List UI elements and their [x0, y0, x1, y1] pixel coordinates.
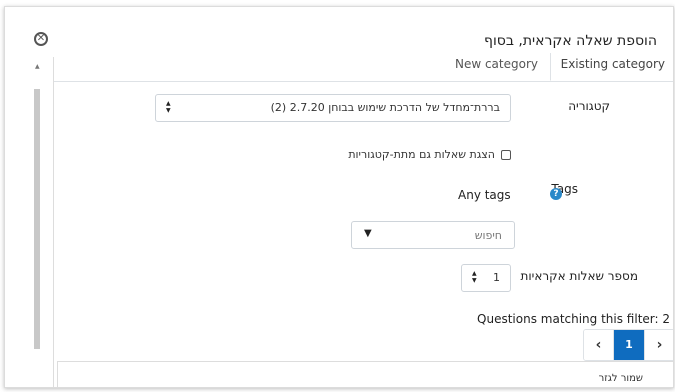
pagination-next-button[interactable]: ›: [644, 330, 673, 360]
subcategories-option: הצגת שאלות גם מתת-קטגוריות: [348, 148, 511, 161]
pagination-current-page[interactable]: 1: [614, 330, 644, 360]
updown-icon: ▲ ▼: [472, 270, 477, 284]
tab-new-category[interactable]: New category: [445, 53, 548, 81]
search-placeholder: חיפוש: [474, 229, 502, 242]
scrollbar-thumb[interactable]: [34, 89, 40, 349]
close-icon[interactable]: ✕: [34, 32, 48, 46]
pagination: ‹ 1 ›: [583, 329, 673, 361]
content-divider: [53, 57, 54, 387]
subcategories-checkbox[interactable]: [501, 149, 511, 160]
dialog-title: הוספת שאלה אקראית, בסוף: [483, 33, 657, 49]
random-count-label: מספר שאלות אקראיות: [520, 269, 638, 283]
matching-count-text: Questions matching this filter: 2: [477, 312, 670, 326]
tags-search-input[interactable]: חיפוש ▼: [351, 221, 515, 249]
updown-icon: ▲ ▼: [166, 100, 171, 114]
pagination-prev-button[interactable]: ‹: [584, 330, 614, 360]
category-tabs: Existing category New category: [54, 53, 673, 82]
category-select[interactable]: ▲ ▼ בררת־מחדל של הדרכת שימוש בבוחן 2.7.20…: [155, 94, 511, 122]
footer-cut-text: שמור לגזר: [598, 373, 643, 384]
scroll-up-icon[interactable]: ▲: [35, 63, 40, 70]
category-label: קטגוריה: [568, 99, 610, 113]
category-select-value: בררת־מחדל של הדרכת שימוש בבוחן 2.7.20 (2…: [270, 101, 500, 114]
random-count-value: 1: [493, 271, 500, 284]
tags-value: Any tags: [458, 188, 511, 202]
random-count-select[interactable]: ▲ ▼ 1: [461, 264, 511, 292]
scrollbar[interactable]: ▲: [33, 59, 41, 387]
question-list-box: [57, 361, 673, 387]
modal-dialog: ✕ הוספת שאלה אקראית, בסוף ▲ Existing cat…: [4, 6, 674, 388]
tab-existing-category[interactable]: Existing category: [549, 53, 673, 81]
subcategories-label: הצגת שאלות גם מתת-קטגוריות: [348, 148, 495, 161]
dropdown-arrow-icon[interactable]: ▼: [364, 228, 372, 239]
help-icon[interactable]: ?: [550, 188, 562, 200]
